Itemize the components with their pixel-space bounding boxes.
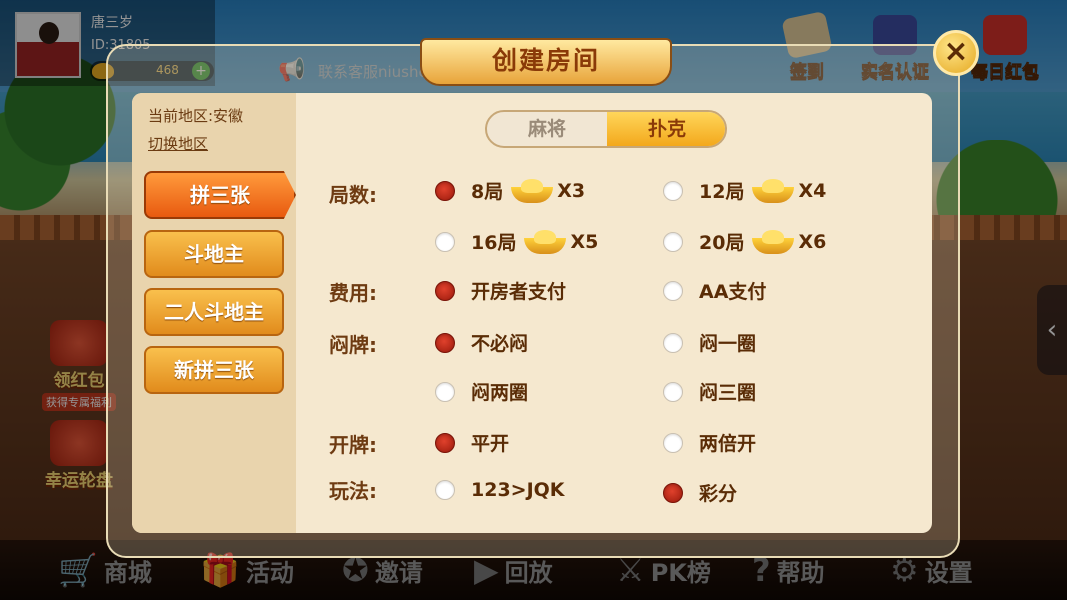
radio-button[interactable] — [435, 432, 455, 453]
gold-ingot-icon — [524, 229, 567, 254]
kaipai-option-double[interactable]: 两倍开 — [663, 429, 756, 456]
wanfa-option-text: 彩分 — [699, 483, 738, 505]
kaipai-label: 开牌: — [329, 433, 377, 457]
radio-button[interactable] — [663, 432, 683, 453]
kaipai-option-text: 平开 — [471, 433, 510, 455]
gold-ingot-icon — [511, 178, 554, 203]
menpai-option-three[interactable]: 闷三圈 — [663, 378, 756, 405]
cost-option-text: AA支付 — [699, 281, 767, 303]
cost-multiplier: X4 — [798, 179, 827, 202]
kaipai-option-flat[interactable]: 平开 — [435, 429, 509, 456]
rounds-option-12[interactable]: 12局 X4 — [663, 177, 826, 204]
radio-button[interactable] — [435, 332, 455, 353]
cost-option-host[interactable]: 开房者支付 — [435, 277, 566, 304]
radio-button[interactable] — [435, 231, 455, 252]
tab-mahjong[interactable]: 麻将 — [487, 112, 607, 146]
dialog-title: 创建房间 — [420, 38, 672, 86]
gold-ingot-icon — [752, 178, 795, 203]
rounds-option-text: 20局 — [699, 232, 745, 254]
radio-button[interactable] — [435, 280, 455, 301]
menpai-option-text: 闷两圈 — [471, 382, 529, 404]
menpai-option-two[interactable]: 闷两圈 — [435, 378, 528, 405]
radio-button[interactable] — [663, 332, 683, 353]
menpai-option-text: 不必闷 — [471, 333, 529, 355]
rounds-option-text: 16局 — [471, 232, 517, 254]
current-region: 当前地区:安徽 — [148, 107, 244, 125]
category-tabs: 麻将 扑克 — [485, 110, 727, 148]
wanfa-option-caifen[interactable]: 彩分 — [663, 479, 737, 506]
rounds-option-20[interactable]: 20局 X6 — [663, 228, 826, 255]
gold-ingot-icon — [752, 229, 795, 254]
menpai-option-none[interactable]: 不必闷 — [435, 329, 528, 356]
kaipai-option-text: 两倍开 — [699, 433, 757, 455]
menpai-option-text: 闷三圈 — [699, 382, 757, 404]
dialog-body: 当前地区:安徽 切换地区 拼三张 斗地主 二人斗地主 新拼三张 麻将 扑克 局数… — [132, 93, 932, 533]
menpai-label: 闷牌: — [329, 333, 377, 357]
radio-button[interactable] — [663, 482, 683, 503]
wanfa-label: 玩法: — [329, 479, 377, 503]
radio-button[interactable] — [663, 381, 683, 402]
rounds-label: 局数: — [329, 183, 377, 207]
rounds-option-8[interactable]: 8局 X3 — [435, 177, 585, 204]
menpai-option-text: 闷一圈 — [699, 333, 757, 355]
rounds-option-16[interactable]: 16局 X5 — [435, 228, 598, 255]
cost-option-aa[interactable]: AA支付 — [663, 277, 766, 304]
cost-multiplier: X5 — [570, 230, 599, 253]
radio-button[interactable] — [435, 180, 455, 201]
game-two-player-doudizhu-button[interactable]: 二人斗地主 — [144, 288, 284, 336]
radio-button[interactable] — [435, 381, 455, 402]
cost-option-text: 开房者支付 — [471, 281, 567, 303]
game-doudizhu-button[interactable]: 斗地主 — [144, 230, 284, 278]
close-icon[interactable]: × — [933, 30, 979, 76]
rounds-option-text: 12局 — [699, 181, 745, 203]
cost-multiplier: X3 — [557, 179, 586, 202]
radio-button[interactable] — [663, 231, 683, 252]
radio-button[interactable] — [435, 480, 455, 500]
switch-region-link[interactable]: 切换地区 — [148, 133, 208, 154]
radio-button[interactable] — [663, 180, 683, 201]
game-new-pinsanzhang-button[interactable]: 新拼三张 — [144, 346, 284, 394]
wanfa-option-123[interactable]: 123>JQK — [435, 479, 565, 501]
cost-label: 费用: — [329, 281, 377, 305]
tab-poker[interactable]: 扑克 — [607, 112, 725, 146]
game-pinsanzhang-button[interactable]: 拼三张 — [144, 171, 296, 219]
wanfa-option-text: 123>JQK — [471, 479, 565, 501]
rounds-option-text: 8局 — [471, 181, 504, 203]
game-list-pane: 当前地区:安徽 切换地区 拼三张 斗地主 二人斗地主 新拼三张 — [132, 93, 296, 533]
cost-multiplier: X6 — [798, 230, 827, 253]
menpai-option-one[interactable]: 闷一圈 — [663, 329, 756, 356]
radio-button[interactable] — [663, 280, 683, 301]
